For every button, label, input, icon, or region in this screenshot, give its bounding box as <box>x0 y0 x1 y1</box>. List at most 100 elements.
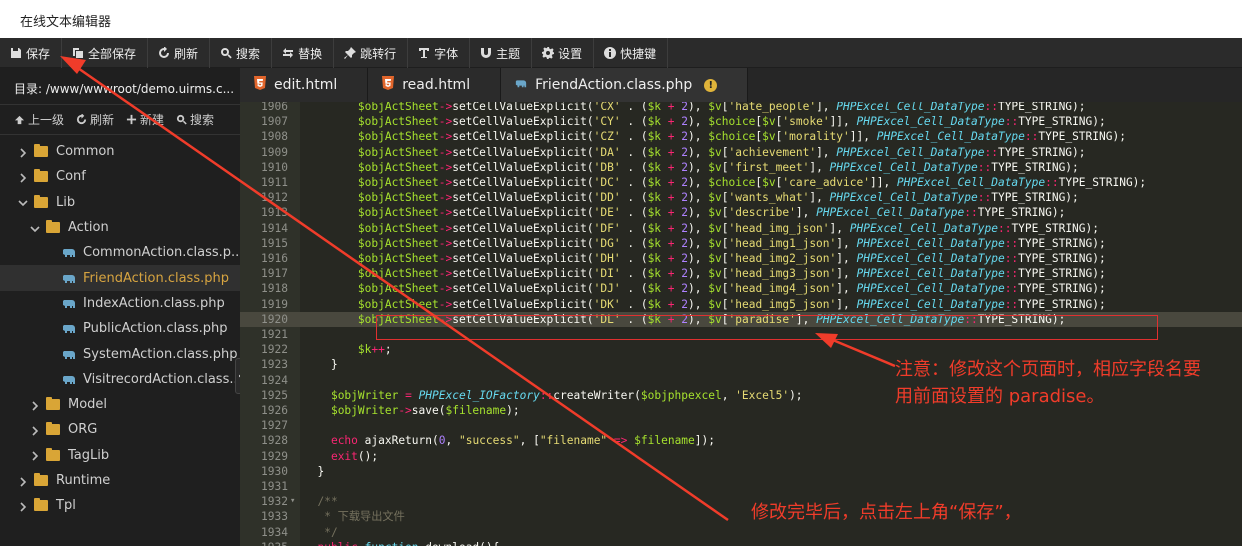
code-line[interactable]: 1907 $objActSheet->setCellValueExplicit(… <box>240 114 1242 129</box>
code-line[interactable]: 1933 * 下载导出文件 <box>240 509 1242 524</box>
tree-file[interactable]: CommonAction.class.p... <box>0 240 244 265</box>
code-line[interactable]: 1927 <box>240 418 1242 433</box>
code-line[interactable]: 1914 $objActSheet->setCellValueExplicit(… <box>240 221 1242 236</box>
annotation-note-1-line-2: 用前面设置的 paradise。 <box>895 386 1105 407</box>
code-text: /** <box>304 495 338 509</box>
sidebar-search-button[interactable]: 搜索 <box>176 111 214 128</box>
tree-folder[interactable]: ORG <box>0 417 240 442</box>
code-line[interactable]: 1910 $objActSheet->setCellValueExplicit(… <box>240 160 1242 175</box>
tree-item-label: IndexAction.class.php <box>83 295 225 311</box>
tree-folder[interactable]: Action <box>0 215 240 240</box>
shortcuts-button-label: 快捷键 <box>620 46 657 61</box>
code-line[interactable]: 1906 $objActSheet->setCellValueExplicit(… <box>240 102 1242 114</box>
tree-item-label: Tpl <box>56 498 76 514</box>
code-line[interactable]: 1918 $objActSheet->setCellValueExplicit(… <box>240 281 1242 296</box>
sidebar-refresh-button[interactable]: 刷新 <box>76 111 114 128</box>
search-button[interactable]: 搜索 <box>210 38 273 68</box>
code-line[interactable]: 1935 public function download(){ <box>240 540 1242 546</box>
chevron-right-icon[interactable] <box>30 450 40 461</box>
code-line[interactable]: 1913 $objActSheet->setCellValueExplicit(… <box>240 205 1242 220</box>
settings-button[interactable]: 设置 <box>532 38 595 68</box>
tree-item-label: Conf <box>56 169 86 185</box>
code-line[interactable]: 1916 $objActSheet->setCellValueExplicit(… <box>240 251 1242 266</box>
tree-folder[interactable]: Tpl <box>0 493 240 518</box>
goto-line-button[interactable]: 跳转行 <box>334 38 409 68</box>
replace-button[interactable]: 替换 <box>272 38 335 68</box>
code-line[interactable]: 1908 $objActSheet->setCellValueExplicit(… <box>240 129 1242 144</box>
tree-folder[interactable]: Common <box>0 139 240 164</box>
tree-file[interactable]: FriendAction.class.php <box>0 265 240 291</box>
code-line[interactable]: 1931 <box>240 479 1242 494</box>
code-line[interactable]: 1911 $objActSheet->setCellValueExplicit(… <box>240 175 1242 190</box>
editor-tab[interactable]: FriendAction.class.php! <box>501 68 749 102</box>
new-file-button[interactable]: 新建 <box>126 111 164 128</box>
tree-folder[interactable]: TagLib <box>0 443 240 468</box>
line-number: 1930 <box>261 464 288 478</box>
line-number: 1928 <box>261 434 288 448</box>
tree-folder[interactable]: Lib <box>0 190 240 215</box>
code-line[interactable]: 1917 $objActSheet->setCellValueExplicit(… <box>240 266 1242 281</box>
code-line[interactable]: 1915 $objActSheet->setCellValueExplicit(… <box>240 236 1242 251</box>
shortcuts-button[interactable]: 快捷键 <box>594 38 669 68</box>
folder-icon <box>46 422 60 436</box>
tree-item-label: CommonAction.class.p... <box>83 245 244 261</box>
line-number: 1932 <box>261 495 288 509</box>
chevron-right-icon[interactable] <box>30 425 40 436</box>
code-line[interactable]: 1919 $objActSheet->setCellValueExplicit(… <box>240 297 1242 312</box>
tree-folder[interactable]: Conf <box>0 164 240 189</box>
plus-icon <box>126 114 137 125</box>
tree-folder[interactable]: Model <box>0 392 240 417</box>
code-line[interactable]: 1909 $objActSheet->setCellValueExplicit(… <box>240 145 1242 160</box>
theme-button[interactable]: 主题 <box>470 38 533 68</box>
refresh-button-label: 刷新 <box>174 46 199 61</box>
save-button[interactable]: 保存 <box>0 38 63 68</box>
refresh-icon <box>76 114 87 125</box>
editor-tab[interactable]: edit.html <box>240 68 369 102</box>
elephant-icon <box>62 247 76 258</box>
code-text: public function download(){ <box>304 540 499 546</box>
sidebar-refresh-label: 刷新 <box>90 113 115 127</box>
chevron-right-icon[interactable] <box>18 147 28 158</box>
highlight-box <box>376 315 1158 340</box>
chevron-right-icon[interactable] <box>18 172 28 183</box>
font-button[interactable]: 字体 <box>408 38 471 68</box>
line-number: 1917 <box>261 267 288 281</box>
code-line[interactable]: 1934 */ <box>240 525 1242 540</box>
parent-dir-button[interactable]: 上一级 <box>14 111 64 128</box>
tree-file[interactable]: SystemAction.class.php <box>0 341 240 366</box>
chevron-right-icon[interactable] <box>30 400 40 411</box>
chevron-down-icon[interactable] <box>18 197 28 207</box>
folder-icon <box>34 194 48 208</box>
chevron-right-icon[interactable] <box>18 501 28 512</box>
tree-folder[interactable]: Runtime <box>0 468 240 493</box>
code-text: $objActSheet->setCellValueExplicit('DG' … <box>357 236 1106 250</box>
fold-toggle-icon[interactable]: ▾ <box>290 494 295 509</box>
chevron-down-icon[interactable] <box>30 223 40 233</box>
sidebar-actions: 上一级 刷新 新建 搜索 <box>0 105 240 135</box>
text-icon <box>419 48 430 58</box>
editor-tab[interactable]: read.html <box>368 68 502 102</box>
save-all-button[interactable]: 全部保存 <box>62 38 149 68</box>
code-text: $objActSheet->setCellValueExplicit('DK' … <box>357 297 1106 311</box>
magnet-icon <box>481 48 492 58</box>
tree-item-label: VisitrecordAction.class.... <box>83 371 246 387</box>
code-line[interactable]: 1929 exit(); <box>240 449 1242 464</box>
tree-file[interactable]: VisitrecordAction.class.... <box>0 367 246 392</box>
code-text: $objActSheet->setCellValueExplicit('DA' … <box>357 145 1086 159</box>
line-number: 1931 <box>261 480 288 493</box>
code-text: echo ajaxReturn(0, "success", ["filename… <box>330 434 715 448</box>
code-line[interactable]: 1928 echo ajaxReturn(0, "success", ["fil… <box>240 433 1242 448</box>
code-text: $objActSheet->setCellValueExplicit('DD' … <box>357 191 1079 205</box>
folder-icon <box>34 473 48 486</box>
tree-file[interactable]: IndexAction.class.php <box>0 291 240 316</box>
code-line[interactable]: 1932 ▾ /** <box>240 494 1242 509</box>
line-number: 1927 <box>261 419 288 433</box>
line-number: 1911 <box>261 176 288 189</box>
refresh-button[interactable]: 刷新 <box>148 38 211 68</box>
unsaved-warning-icon: ! <box>704 78 718 92</box>
code-line[interactable]: 1930 } <box>240 464 1242 479</box>
tree-file[interactable]: PublicAction.class.php <box>0 316 240 341</box>
chevron-right-icon[interactable] <box>18 476 28 487</box>
code-line[interactable]: 1912 $objActSheet->setCellValueExplicit(… <box>240 190 1242 205</box>
sidebar-search-label: 搜索 <box>190 113 215 127</box>
